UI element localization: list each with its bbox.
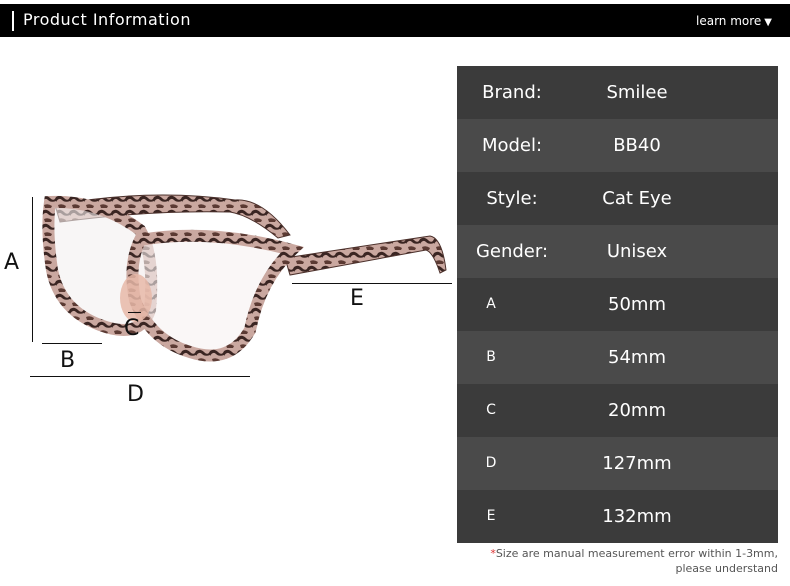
spec-value: 20mm [608, 400, 666, 421]
spec-key: Brand: [482, 82, 542, 103]
note-line-1: Size are manual measurement error within… [495, 547, 778, 560]
spec-key: A [486, 296, 496, 312]
spec-row-model: Model: BB40 [457, 119, 778, 172]
spec-value: Unisex [606, 241, 668, 262]
header-accent-bar [12, 11, 14, 31]
dimension-line-e [292, 283, 452, 284]
spec-row-b: B 54mm [457, 331, 778, 384]
spec-row-a: A 50mm [457, 278, 778, 331]
dimension-label-e: E [350, 286, 364, 311]
triangle-down-icon: ▼ [764, 17, 772, 28]
spec-key: D [485, 455, 497, 471]
spec-value: 50mm [608, 294, 666, 315]
spec-value: 54mm [608, 347, 666, 368]
learn-more-label: learn more [696, 14, 762, 28]
spec-row-brand: Brand: Smilee [457, 66, 778, 119]
spec-row-style: Style: Cat Eye [457, 172, 778, 225]
dimension-label-d: D [127, 382, 144, 407]
glasses-diagram: A B C D E [0, 180, 460, 410]
dimension-line-d [30, 376, 250, 377]
spec-row-e: E 132mm [457, 490, 778, 543]
spec-key: Style: [486, 188, 538, 209]
dimension-line-a [32, 197, 33, 342]
product-spec-table: Brand: Smilee Model: BB40 Style: Cat Eye… [457, 66, 778, 543]
spec-key: E [486, 508, 496, 524]
spec-value: Smilee [606, 82, 668, 103]
section-header: Product Information learn more ▼ [0, 4, 790, 37]
dimension-label-a: A [4, 250, 20, 275]
spec-value: Cat Eye [602, 188, 672, 209]
dimension-label-b: B [60, 348, 76, 373]
dimension-line-c [128, 312, 141, 313]
spec-key: Model: [481, 135, 543, 156]
learn-more-link[interactable]: learn more ▼ [696, 14, 772, 28]
spec-key: B [486, 349, 496, 365]
spec-key: Gender: [475, 241, 549, 262]
note-line-2: please understand [675, 562, 779, 575]
measurement-note: *Size are manual measurement error withi… [490, 546, 778, 576]
section-title: Product Information [23, 10, 191, 29]
dimension-line-b [42, 343, 102, 344]
dimension-label-c: C [124, 316, 140, 341]
spec-key: C [486, 402, 496, 418]
spec-row-c: C 20mm [457, 384, 778, 437]
spec-row-d: D 127mm [457, 437, 778, 490]
spec-value: 127mm [602, 453, 672, 474]
spec-value: 132mm [602, 506, 672, 527]
spec-value: BB40 [613, 135, 661, 156]
spec-row-gender: Gender: Unisex [457, 225, 778, 278]
